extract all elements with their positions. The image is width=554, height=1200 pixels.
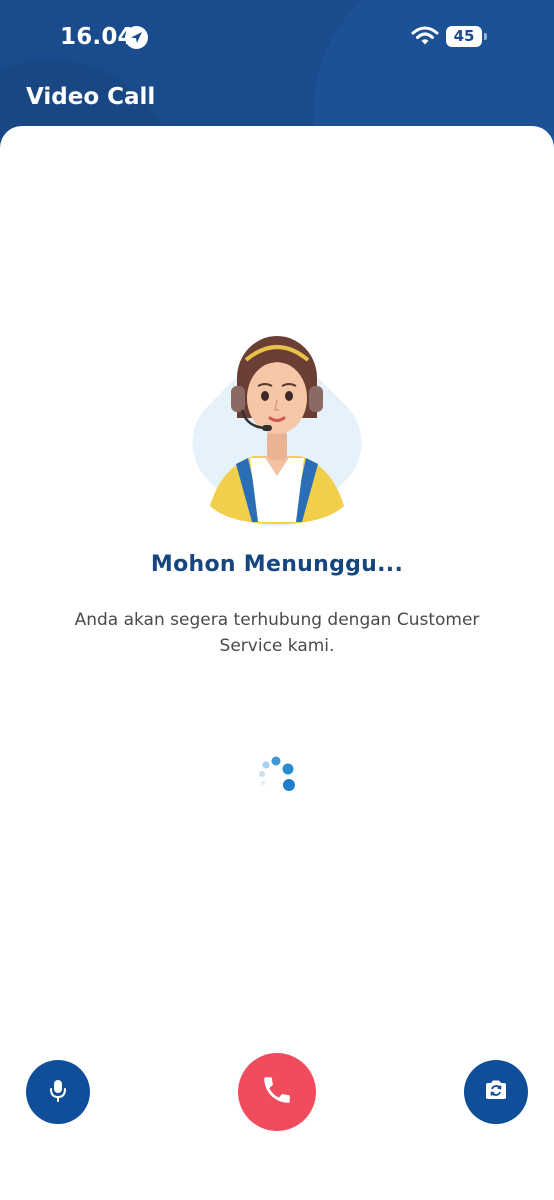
battery-level: 45 <box>453 27 475 45</box>
status-time: 16.04 <box>60 24 134 50</box>
waiting-heading: Mohon Menunggu... <box>150 552 404 577</box>
battery-icon: 45 <box>446 26 482 47</box>
waiting-message: Anda akan segera terhubung dengan Custom… <box>74 610 480 656</box>
loading-spinner-icon <box>252 754 300 802</box>
wifi-icon <box>411 25 439 47</box>
end-call-button[interactable] <box>238 1053 316 1131</box>
microphone-button[interactable] <box>26 1060 90 1124</box>
video-call-screen: 16.04 45 Video Call Mohon Menunggu... An… <box>0 0 554 1200</box>
location-arrow-icon <box>125 26 148 49</box>
camera-switch-icon <box>482 1076 510 1108</box>
phone-icon <box>260 1073 294 1111</box>
content-sheet <box>0 126 554 1200</box>
page-title: Video Call <box>26 84 156 110</box>
customer-service-agent-icon <box>184 326 370 528</box>
microphone-icon <box>45 1077 71 1107</box>
battery-cap <box>484 33 487 40</box>
status-bar: 16.04 45 <box>0 0 554 76</box>
switch-camera-button[interactable] <box>464 1060 528 1124</box>
